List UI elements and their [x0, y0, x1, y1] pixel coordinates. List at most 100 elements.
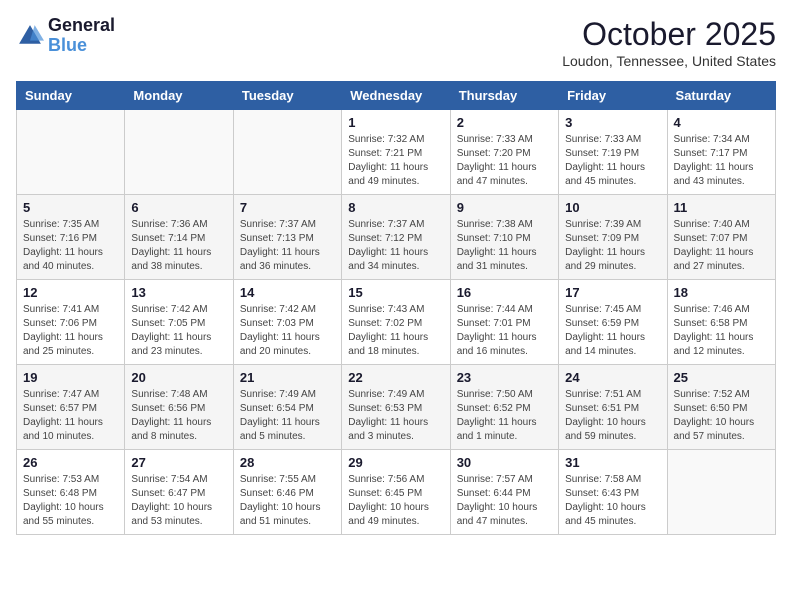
- calendar-day-cell: 7 Sunrise: 7:37 AMSunset: 7:13 PMDaylight…: [233, 195, 341, 280]
- day-info: Sunrise: 7:55 AMSunset: 6:46 PMDaylight:…: [240, 473, 335, 529]
- calendar-day-cell: 13 Sunrise: 7:42 AMSunset: 7:05 PMDayligh…: [125, 280, 233, 365]
- day-number: 15: [348, 285, 443, 300]
- day-info: Sunrise: 7:58 AMSunset: 6:43 PMDaylight:…: [565, 473, 660, 529]
- page-header: General Blue October 2025 Loudon, Tennes…: [16, 16, 776, 69]
- calendar-day-cell: 12 Sunrise: 7:41 AMSunset: 7:06 PMDayligh…: [17, 280, 125, 365]
- logo-icon: [16, 22, 44, 50]
- day-number: 14: [240, 285, 335, 300]
- calendar-day-cell: 17 Sunrise: 7:45 AMSunset: 6:59 PMDayligh…: [559, 280, 667, 365]
- calendar-header-row: SundayMondayTuesdayWednesdayThursdayFrid…: [17, 82, 776, 110]
- calendar-day-cell: 18 Sunrise: 7:46 AMSunset: 6:58 PMDayligh…: [667, 280, 775, 365]
- day-info: Sunrise: 7:32 AMSunset: 7:21 PMDaylight:…: [348, 133, 443, 189]
- calendar-day-cell: 21Sunrise: 7:49 AMSunset: 6:54 PMDayligh…: [233, 365, 341, 450]
- calendar-day-header: Thursday: [450, 82, 558, 110]
- day-info: Sunrise: 7:40 AMSunset: 7:07 PMDaylight:…: [674, 218, 769, 274]
- day-info: Sunrise: 7:43 AMSunset: 7:02 PMDaylight:…: [348, 303, 443, 359]
- day-number: 17: [565, 285, 660, 300]
- day-info: Sunrise: 7:56 AMSunset: 6:45 PMDaylight:…: [348, 473, 443, 529]
- calendar-day-cell: 14 Sunrise: 7:42 AMSunset: 7:03 PMDayligh…: [233, 280, 341, 365]
- day-info: Sunrise: 7:34 AMSunset: 7:17 PMDaylight:…: [674, 133, 769, 189]
- title-block: October 2025 Loudon, Tennessee, United S…: [562, 16, 776, 69]
- day-number: 30: [457, 455, 552, 470]
- calendar-week-row: 5 Sunrise: 7:35 AMSunset: 7:16 PMDaylight…: [17, 195, 776, 280]
- day-number: 2: [457, 115, 552, 130]
- day-number: 26: [23, 455, 118, 470]
- day-info: Sunrise: 7:42 AMSunset: 7:05 PMDaylight:…: [131, 303, 226, 359]
- calendar-empty-cell: [17, 110, 125, 195]
- calendar-day-header: Monday: [125, 82, 233, 110]
- calendar-day-cell: 9 Sunrise: 7:38 AMSunset: 7:10 PMDaylight…: [450, 195, 558, 280]
- day-info: Sunrise: 7:49 AMSunset: 6:53 PMDaylight:…: [348, 388, 443, 444]
- calendar-day-header: Friday: [559, 82, 667, 110]
- calendar-empty-cell: [233, 110, 341, 195]
- calendar-day-cell: 27 Sunrise: 7:54 AMSunset: 6:47 PMDayligh…: [125, 450, 233, 535]
- day-number: 8: [348, 200, 443, 215]
- calendar-week-row: 1 Sunrise: 7:32 AMSunset: 7:21 PMDaylight…: [17, 110, 776, 195]
- calendar-day-cell: 19Sunrise: 7:47 AMSunset: 6:57 PMDayligh…: [17, 365, 125, 450]
- calendar-day-cell: 4Sunrise: 7:34 AMSunset: 7:17 PMDaylight…: [667, 110, 775, 195]
- day-number: 11: [674, 200, 769, 215]
- day-info: Sunrise: 7:37 AMSunset: 7:12 PMDaylight:…: [348, 218, 443, 274]
- calendar-day-cell: 28 Sunrise: 7:55 AMSunset: 6:46 PMDayligh…: [233, 450, 341, 535]
- day-number: 23: [457, 370, 552, 385]
- calendar-day-cell: 30 Sunrise: 7:57 AMSunset: 6:44 PMDayligh…: [450, 450, 558, 535]
- day-info: Sunrise: 7:33 AMSunset: 7:20 PMDaylight:…: [457, 133, 552, 189]
- day-number: 24: [565, 370, 660, 385]
- day-info: Sunrise: 7:38 AMSunset: 7:10 PMDaylight:…: [457, 218, 552, 274]
- calendar-day-cell: 6Sunrise: 7:36 AMSunset: 7:14 PMDaylight…: [125, 195, 233, 280]
- day-info: Sunrise: 7:45 AMSunset: 6:59 PMDaylight:…: [565, 303, 660, 359]
- calendar-day-cell: 5 Sunrise: 7:35 AMSunset: 7:16 PMDaylight…: [17, 195, 125, 280]
- logo: General Blue: [16, 16, 115, 56]
- day-number: 13: [131, 285, 226, 300]
- calendar-day-cell: 11 Sunrise: 7:40 AMSunset: 7:07 PMDayligh…: [667, 195, 775, 280]
- day-number: 12: [23, 285, 118, 300]
- calendar-week-row: 19Sunrise: 7:47 AMSunset: 6:57 PMDayligh…: [17, 365, 776, 450]
- day-number: 6: [131, 200, 226, 215]
- day-number: 20: [131, 370, 226, 385]
- day-number: 29: [348, 455, 443, 470]
- day-info: Sunrise: 7:54 AMSunset: 6:47 PMDaylight:…: [131, 473, 226, 529]
- day-number: 25: [674, 370, 769, 385]
- calendar-day-cell: 10Sunrise: 7:39 AMSunset: 7:09 PMDayligh…: [559, 195, 667, 280]
- day-number: 10: [565, 200, 660, 215]
- calendar-day-cell: 29 Sunrise: 7:56 AMSunset: 6:45 PMDayligh…: [342, 450, 450, 535]
- calendar-day-cell: 31Sunrise: 7:58 AMSunset: 6:43 PMDayligh…: [559, 450, 667, 535]
- day-info: Sunrise: 7:47 AMSunset: 6:57 PMDaylight:…: [23, 388, 118, 444]
- day-info: Sunrise: 7:48 AMSunset: 6:56 PMDaylight:…: [131, 388, 226, 444]
- day-info: Sunrise: 7:42 AMSunset: 7:03 PMDaylight:…: [240, 303, 335, 359]
- day-info: Sunrise: 7:50 AMSunset: 6:52 PMDaylight:…: [457, 388, 552, 444]
- day-number: 9: [457, 200, 552, 215]
- calendar-day-cell: 3Sunrise: 7:33 AMSunset: 7:19 PMDaylight…: [559, 110, 667, 195]
- day-info: Sunrise: 7:46 AMSunset: 6:58 PMDaylight:…: [674, 303, 769, 359]
- day-number: 28: [240, 455, 335, 470]
- calendar-day-cell: 22 Sunrise: 7:49 AMSunset: 6:53 PMDayligh…: [342, 365, 450, 450]
- location: Loudon, Tennessee, United States: [562, 53, 776, 69]
- day-number: 21: [240, 370, 335, 385]
- day-info: Sunrise: 7:41 AMSunset: 7:06 PMDaylight:…: [23, 303, 118, 359]
- day-info: Sunrise: 7:37 AMSunset: 7:13 PMDaylight:…: [240, 218, 335, 274]
- calendar-empty-cell: [667, 450, 775, 535]
- calendar-day-cell: 2 Sunrise: 7:33 AMSunset: 7:20 PMDaylight…: [450, 110, 558, 195]
- calendar-day-cell: 23 Sunrise: 7:50 AMSunset: 6:52 PMDayligh…: [450, 365, 558, 450]
- calendar-day-header: Sunday: [17, 82, 125, 110]
- day-number: 7: [240, 200, 335, 215]
- day-number: 18: [674, 285, 769, 300]
- day-info: Sunrise: 7:57 AMSunset: 6:44 PMDaylight:…: [457, 473, 552, 529]
- calendar-day-cell: 26Sunrise: 7:53 AMSunset: 6:48 PMDayligh…: [17, 450, 125, 535]
- calendar-day-cell: 1 Sunrise: 7:32 AMSunset: 7:21 PMDaylight…: [342, 110, 450, 195]
- day-number: 5: [23, 200, 118, 215]
- day-info: Sunrise: 7:35 AMSunset: 7:16 PMDaylight:…: [23, 218, 118, 274]
- calendar-day-cell: 16Sunrise: 7:44 AMSunset: 7:01 PMDayligh…: [450, 280, 558, 365]
- calendar-day-cell: 15 Sunrise: 7:43 AMSunset: 7:02 PMDayligh…: [342, 280, 450, 365]
- calendar-day-header: Saturday: [667, 82, 775, 110]
- calendar-week-row: 26Sunrise: 7:53 AMSunset: 6:48 PMDayligh…: [17, 450, 776, 535]
- calendar-day-cell: 20 Sunrise: 7:48 AMSunset: 6:56 PMDayligh…: [125, 365, 233, 450]
- day-number: 27: [131, 455, 226, 470]
- day-number: 16: [457, 285, 552, 300]
- day-number: 1: [348, 115, 443, 130]
- logo-text: General Blue: [48, 16, 115, 56]
- day-number: 22: [348, 370, 443, 385]
- calendar-day-cell: 8 Sunrise: 7:37 AMSunset: 7:12 PMDaylight…: [342, 195, 450, 280]
- calendar-table: SundayMondayTuesdayWednesdayThursdayFrid…: [16, 81, 776, 535]
- calendar-day-cell: 25Sunrise: 7:52 AMSunset: 6:50 PMDayligh…: [667, 365, 775, 450]
